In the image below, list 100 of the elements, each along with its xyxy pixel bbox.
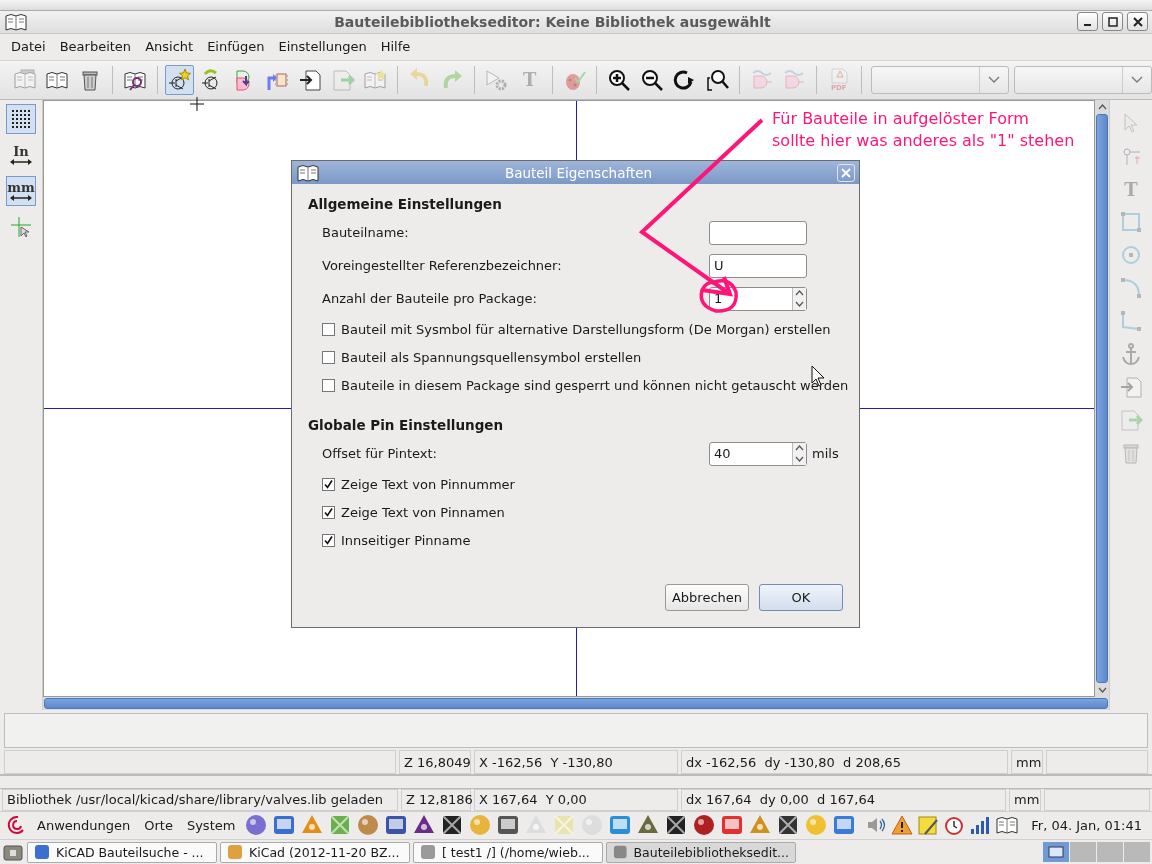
- zoom-out-icon: [639, 67, 664, 92]
- status-message: Bibliothek /usr/local/kicad/share/library/valves.lib geladen: [2, 788, 398, 811]
- maximize-button[interactable]: [1102, 12, 1123, 32]
- floppy-book-icon: [12, 67, 37, 92]
- crosshair-cursor-icon: [190, 97, 204, 112]
- close-button[interactable]: [1127, 12, 1148, 32]
- text-field[interactable]: U: [709, 253, 807, 278]
- close-icon: [841, 167, 851, 178]
- show-desktop-icon[interactable]: [2, 842, 24, 863]
- text-field[interactable]: [709, 220, 807, 245]
- menu-item[interactable]: Einfügen: [200, 39, 272, 55]
- taskbar-button[interactable]: [ test1 /] (/home/wieb...: [413, 841, 603, 863]
- double-arrow-icon: [9, 157, 33, 166]
- dialog-button[interactable]: Abbrechen: [665, 584, 749, 611]
- menu-item[interactable]: Ansicht: [138, 39, 201, 55]
- spin-field[interactable]: 40: [709, 441, 807, 466]
- warning-icon[interactable]: [891, 814, 914, 837]
- signal-icon[interactable]: [969, 814, 992, 837]
- note-icon[interactable]: [917, 814, 940, 837]
- spin-down-icon: [795, 301, 804, 307]
- checkbox[interactable]: [322, 322, 335, 336]
- app-launcher-icon[interactable]: [692, 813, 717, 838]
- checkbox[interactable]: [322, 477, 335, 491]
- clock[interactable]: Fr, 04. Jan, 01:41: [1023, 817, 1152, 833]
- checkbox-label[interactable]: Bauteile in diesem Package sind gesperrt und können nicht getauscht werden: [341, 377, 849, 393]
- checkbox[interactable]: [322, 505, 335, 519]
- polyline-icon: [1119, 309, 1143, 334]
- import-icon: [297, 67, 322, 92]
- alarm-clock-icon[interactable]: [943, 814, 966, 837]
- window-title: Bauteilebibliothekseditor: Keine Bibliothek ausgewählt: [333, 13, 772, 30]
- checkbox[interactable]: [322, 350, 335, 364]
- check-icon: [323, 534, 334, 546]
- arc-icon: [1119, 276, 1143, 301]
- toolbar-button[interactable]: [164, 64, 195, 95]
- panel-menu[interactable]: Anwendungen: [32, 817, 136, 833]
- scroll-down-icon: [1097, 687, 1107, 694]
- section-heading: Allgemeine Einstellungen: [308, 196, 503, 212]
- crosshair-cursor-icon: [9, 215, 33, 240]
- field-label: Anzahl der Bauteile pro Package:: [322, 291, 538, 306]
- app-icon: [34, 844, 50, 861]
- app-icon: [420, 844, 436, 861]
- status-cell: dx 167,64 dy 0,00 d 167,64: [681, 788, 1006, 811]
- status-cell: Z 12,8186: [401, 788, 471, 811]
- maximize-icon: [1107, 16, 1118, 27]
- minimize-icon: [1083, 24, 1092, 27]
- gate-icon: [782, 67, 807, 92]
- app-icon: [227, 844, 243, 861]
- toolbar-button[interactable]: [6, 104, 36, 135]
- window-thumbnail-icon: [1048, 846, 1064, 859]
- minimize-button[interactable]: [1077, 12, 1098, 32]
- workspace-switcher[interactable]: [1070, 842, 1096, 863]
- workspace-switcher[interactable]: [1097, 842, 1123, 863]
- unit-label: mils: [811, 446, 840, 461]
- zoom-in-icon: [606, 67, 631, 92]
- taskbar-button[interactable]: KiCad (2012-11-20 BZ...: [220, 841, 410, 863]
- toolbar-button[interactable]: In: [6, 140, 36, 171]
- checkbox[interactable]: [322, 378, 335, 392]
- spin-up-icon: [795, 445, 804, 451]
- export-icon: [330, 67, 355, 92]
- checkbox-label[interactable]: Bauteil mit Sysmbol für alternative Darstellungsform (De Morgan) erstellen: [341, 321, 831, 337]
- chevron-down-icon: [1131, 75, 1144, 84]
- menu-item[interactable]: Hilfe: [373, 39, 418, 55]
- close-icon: [1132, 16, 1143, 27]
- panel-menu[interactable]: Orte: [139, 817, 178, 833]
- workspace-switcher[interactable]: [1124, 842, 1150, 863]
- dialog-title: Bauteil Eigenschaften: [503, 164, 654, 181]
- vertical-scrollbar[interactable]: [1095, 100, 1109, 697]
- status-cell: Z 16,8049: [399, 750, 471, 774]
- panel-menu[interactable]: System: [181, 817, 241, 833]
- check-icon: [323, 478, 334, 490]
- status-cell: X -162,56 Y -130,80: [474, 750, 678, 774]
- check-icon: [323, 506, 334, 518]
- status-cell: mm: [1009, 788, 1041, 811]
- status-cell: dx -162,56 dy -130,80 d 208,65: [681, 750, 1008, 774]
- checkbox-label[interactable]: Zeige Text von Pinnummer: [341, 476, 515, 492]
- menu-item[interactable]: Bearbeiten: [52, 39, 139, 55]
- book-star-icon: [363, 67, 388, 92]
- taskbar-button[interactable]: Bauteilebibliotheksedit...: [606, 841, 796, 863]
- status-cell: mm: [1011, 750, 1043, 774]
- export-icon: [1119, 408, 1143, 433]
- checkbox-label[interactable]: Zeige Text von Pinnamen: [341, 504, 505, 520]
- status-cell: X 167,64 Y 0,00: [474, 788, 678, 811]
- checkbox[interactable]: [322, 533, 335, 547]
- dialog-button[interactable]: OK: [759, 584, 843, 611]
- workspace-switcher[interactable]: [1043, 842, 1069, 863]
- field-label: Voreingestellter Referenzbezeichner:: [322, 258, 563, 273]
- menu-item[interactable]: Datei: [4, 39, 53, 55]
- checkbox-label[interactable]: Bauteil als Spannungsquellensymbol erstellen: [341, 349, 642, 365]
- rectangle-icon: [1119, 210, 1143, 235]
- spin-up-icon: [795, 290, 804, 296]
- taskbar-button[interactable]: KiCAD Bauteilsuche - ...: [27, 841, 217, 863]
- double-arrow-icon: [9, 193, 33, 202]
- checkbox-label[interactable]: Innseitiger Pinname: [341, 532, 471, 548]
- anchor-icon: [1119, 342, 1143, 367]
- import-icon: [1119, 375, 1143, 400]
- field-label: Bauteilname:: [322, 225, 410, 240]
- toolbar-button[interactable]: mm: [6, 176, 36, 207]
- transistor-star-icon: [167, 67, 192, 92]
- zoom-fit-icon: [704, 67, 729, 92]
- menu-item[interactable]: Einstellungen: [271, 39, 374, 55]
